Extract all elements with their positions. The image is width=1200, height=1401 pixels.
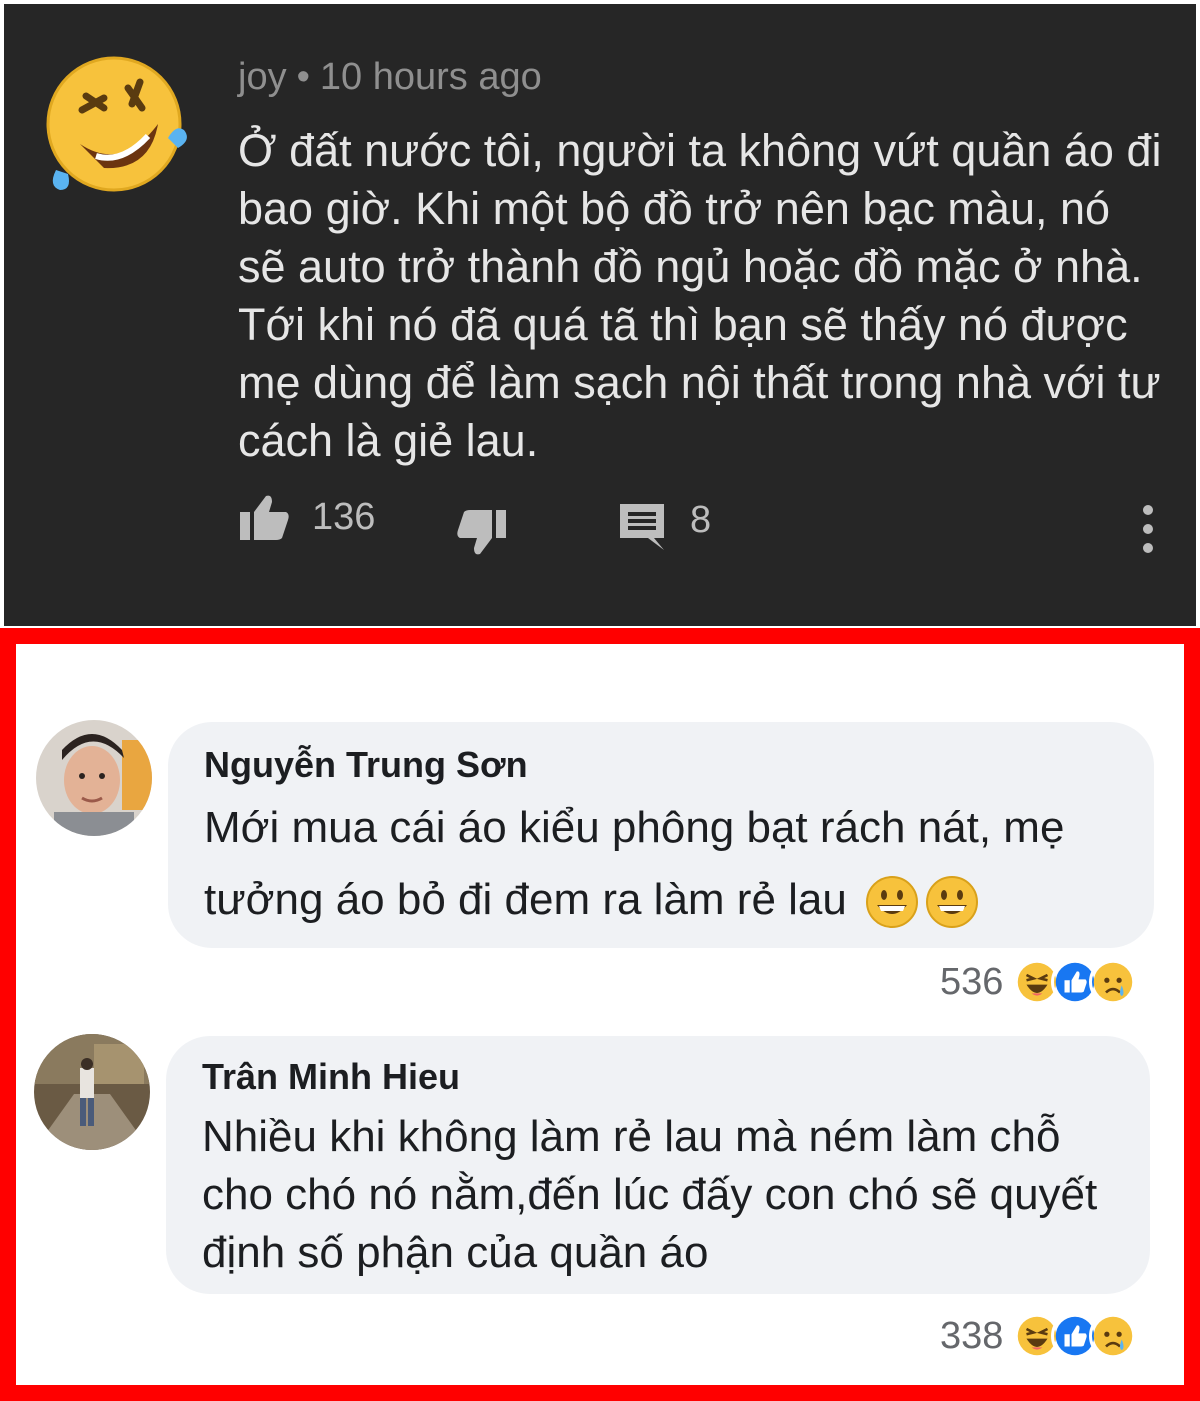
comment-time[interactable]: 10 hours ago xyxy=(320,56,542,98)
like-button[interactable]: 136 xyxy=(238,492,375,542)
grinning-face-emoji xyxy=(926,876,979,929)
dislike-button[interactable] xyxy=(454,506,508,558)
youtube-comment-card: joy • 10 hours ago Ở đất nước tôi, người t… xyxy=(0,0,1200,630)
reaction-count: 536 xyxy=(940,960,1004,1003)
reaction-count: 338 xyxy=(940,1314,1004,1357)
sad-reaction-icon xyxy=(1089,958,1138,1006)
like-count: 136 xyxy=(312,495,376,538)
rolling-laughing-emoji-avatar[interactable] xyxy=(42,52,188,194)
commenter-name[interactable]: Trân Minh Hieu xyxy=(202,1056,460,1098)
comment-text: Nhiều khi không làm rẻ lau mà ném làm ch… xyxy=(202,1112,1098,1277)
grinning-face-emoji xyxy=(866,876,919,929)
commenter-name[interactable]: Nguyễn Trung Sơn xyxy=(204,744,528,786)
reaction-summary[interactable]: 536 xyxy=(940,958,1138,1006)
reply-count: 8 xyxy=(690,498,712,541)
reply-button[interactable]: 8 xyxy=(618,498,712,552)
reaction-summary[interactable]: 338 xyxy=(940,1312,1138,1360)
thumbs-down-icon xyxy=(457,510,506,555)
user-avatar[interactable] xyxy=(36,720,152,836)
more-options-icon[interactable] xyxy=(1136,504,1160,554)
author-name[interactable]: joy xyxy=(238,56,287,98)
meta-separator: • xyxy=(296,56,310,98)
user-avatar[interactable] xyxy=(34,1034,150,1150)
facebook-comments-frame: Nguyễn Trung Sơn Mới mua cái áo kiểu phô… xyxy=(0,628,1200,1401)
comment-text: Ở đất nước tôi, người ta không vứt quần … xyxy=(238,125,1162,466)
comment-icon xyxy=(620,504,664,550)
sad-reaction-icon xyxy=(1089,1312,1138,1360)
comment-meta: joy • 10 hours ago xyxy=(238,56,542,99)
comment-text: Mới mua cái áo kiểu phông bạt rách nát, … xyxy=(204,792,1134,936)
thumbs-up-icon xyxy=(240,495,289,540)
